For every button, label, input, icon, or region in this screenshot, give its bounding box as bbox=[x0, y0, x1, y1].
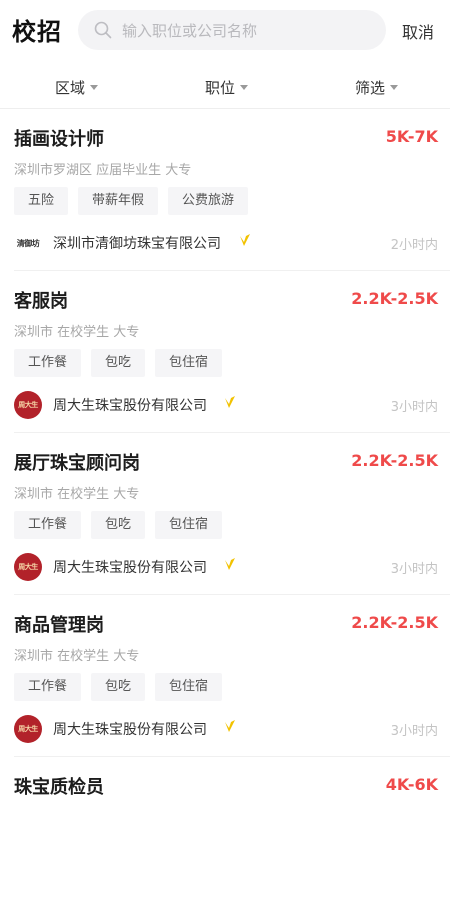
benefit-tag: 包吃 bbox=[91, 673, 146, 701]
company-logo: 周大生 bbox=[14, 553, 42, 581]
job-card[interactable]: 商品管理岗 2.2K-2.5K 深圳市 在校学生 大专 工作餐 包吃 包住宿 周… bbox=[0, 595, 450, 757]
filter-tab-position[interactable]: 职位 bbox=[205, 68, 249, 106]
filter-label: 筛选 bbox=[355, 78, 386, 97]
benefit-tag: 公费旅游 bbox=[168, 187, 249, 215]
job-meta: 深圳市 在校学生 大专 bbox=[14, 649, 140, 664]
job-title: 客服岗 bbox=[14, 291, 68, 312]
benefit-tag: 五险 bbox=[14, 187, 69, 215]
job-card[interactable]: 珠宝质检员 4K-6K bbox=[0, 757, 450, 919]
search-icon bbox=[94, 21, 112, 39]
job-title: 插画设计师 bbox=[14, 129, 104, 150]
verified-icon bbox=[225, 396, 235, 408]
search-box[interactable] bbox=[78, 10, 386, 52]
benefit-tag: 带薪年假 bbox=[78, 187, 159, 215]
company-logo-text: 清御坊 bbox=[16, 238, 40, 248]
benefit-tag: 工作餐 bbox=[14, 673, 82, 701]
job-list: 插画设计师 5K-7K 深圳市罗湖区 应届毕业生 大专 五险 带薪年假 公费旅游… bbox=[0, 109, 450, 919]
job-tags: 工作餐 包吃 包住宿 bbox=[14, 511, 232, 539]
company-logo: 周大生 bbox=[14, 715, 42, 743]
job-salary: 2.2K-2.5K bbox=[351, 289, 438, 308]
job-salary: 2.2K-2.5K bbox=[351, 451, 438, 470]
company-logo: 周大生 bbox=[14, 391, 42, 419]
benefit-tag: 工作餐 bbox=[14, 349, 82, 377]
job-salary: 4K-6K bbox=[385, 775, 438, 794]
benefit-tag: 包吃 bbox=[91, 511, 146, 539]
search-input[interactable] bbox=[120, 10, 379, 52]
job-card[interactable]: 客服岗 2.2K-2.5K 深圳市 在校学生 大专 工作餐 包吃 包住宿 周大生… bbox=[0, 271, 450, 433]
company-name: 周大生珠宝股份有限公司 bbox=[53, 560, 207, 576]
filter-tab-filter[interactable]: 筛选 bbox=[355, 68, 399, 106]
job-title: 展厅珠宝顾问岗 bbox=[14, 453, 140, 474]
benefit-tag: 包住宿 bbox=[155, 349, 223, 377]
company-row[interactable]: 周大生 周大生珠宝股份有限公司 3小时内 bbox=[14, 391, 438, 419]
job-title: 商品管理岗 bbox=[14, 615, 104, 636]
caret-down-icon bbox=[90, 84, 99, 90]
job-salary: 5K-7K bbox=[385, 127, 438, 146]
company-name: 周大生珠宝股份有限公司 bbox=[53, 398, 207, 414]
job-card[interactable]: 展厅珠宝顾问岗 2.2K-2.5K 深圳市 在校学生 大专 工作餐 包吃 包住宿… bbox=[0, 433, 450, 595]
filter-label: 区域 bbox=[55, 78, 86, 97]
top-bar: 校招 取消 bbox=[0, 0, 450, 60]
filter-tab-region[interactable]: 区域 bbox=[55, 68, 99, 106]
job-tags: 工作餐 包吃 包住宿 bbox=[14, 349, 232, 377]
post-time: 3小时内 bbox=[390, 724, 438, 739]
company-row[interactable]: 清御坊 深圳市清御坊珠宝有限公司 2小时内 bbox=[14, 229, 438, 257]
job-meta: 深圳市 在校学生 大专 bbox=[14, 487, 140, 502]
benefit-tag: 工作餐 bbox=[14, 511, 82, 539]
verified-icon bbox=[225, 720, 235, 732]
job-salary: 2.2K-2.5K bbox=[351, 613, 438, 632]
verified-icon bbox=[225, 558, 235, 570]
company-logo: 清御坊 bbox=[14, 229, 42, 257]
caret-down-icon bbox=[240, 84, 249, 90]
job-tags: 工作餐 包吃 包住宿 bbox=[14, 673, 232, 701]
company-row[interactable]: 周大生 周大生珠宝股份有限公司 3小时内 bbox=[14, 553, 438, 581]
company-logo-text: 周大生 bbox=[18, 401, 38, 409]
page-title: 校招 bbox=[12, 18, 62, 46]
job-meta: 深圳市 在校学生 大专 bbox=[14, 325, 140, 340]
company-logo-text: 周大生 bbox=[18, 725, 38, 733]
benefit-tag: 包吃 bbox=[91, 349, 146, 377]
post-time: 3小时内 bbox=[390, 400, 438, 415]
company-logo-text: 周大生 bbox=[18, 563, 38, 571]
company-name: 周大生珠宝股份有限公司 bbox=[53, 722, 207, 738]
verified-icon bbox=[240, 234, 250, 246]
job-title: 珠宝质检员 bbox=[14, 777, 104, 798]
company-name: 深圳市清御坊珠宝有限公司 bbox=[53, 236, 221, 252]
post-time: 3小时内 bbox=[390, 562, 438, 577]
benefit-tag: 包住宿 bbox=[155, 511, 223, 539]
filter-label: 职位 bbox=[205, 78, 236, 97]
filter-bar: 区域 职位 筛选 bbox=[0, 68, 450, 106]
cancel-button[interactable]: 取消 bbox=[402, 19, 434, 43]
company-row[interactable]: 周大生 周大生珠宝股份有限公司 3小时内 bbox=[14, 715, 438, 743]
benefit-tag: 包住宿 bbox=[155, 673, 223, 701]
job-card[interactable]: 插画设计师 5K-7K 深圳市罗湖区 应届毕业生 大专 五险 带薪年假 公费旅游… bbox=[0, 109, 450, 271]
job-meta: 深圳市罗湖区 应届毕业生 大专 bbox=[14, 163, 192, 178]
caret-down-icon bbox=[390, 84, 399, 90]
job-tags: 五险 带薪年假 公费旅游 bbox=[14, 187, 258, 215]
post-time: 2小时内 bbox=[390, 238, 438, 253]
